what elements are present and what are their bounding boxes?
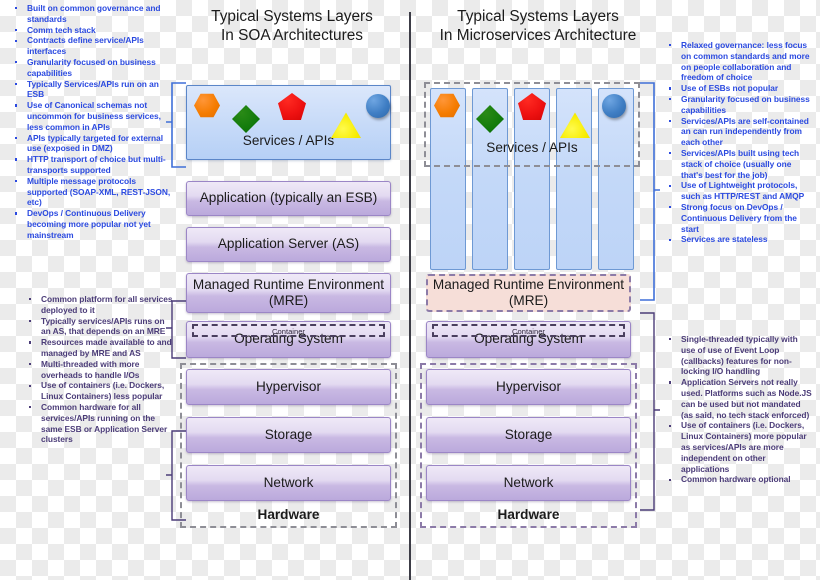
ms-layer-network-label: Network [503,474,554,490]
note-bullet: HTTP transport of choice but multi-trans… [10,154,174,176]
blue-circle-icon-soa [366,94,390,118]
bracket-soa-hardware [166,430,188,522]
ms-layer-storage-label: Storage [504,426,553,442]
note-bullet: Services are stateless [664,234,814,245]
note-bullet: Resources made available to and managed … [24,337,176,359]
note-bullet: Single-threaded typically with use of us… [664,334,814,377]
soa-layer-network[interactable]: Network [186,465,391,501]
notes-soa-platform: Common platform for all services deploye… [24,294,176,445]
soa-layer-application-label: Application (typically an ESB) [199,190,378,206]
note-bullet: Services/APIs are self-contained an can … [664,116,814,148]
soa-layer-mre[interactable]: Managed Runtime Environment (MRE) [186,273,391,313]
notes-ms-services: Relaxed governance: less focus on common… [664,40,814,245]
note-bullet: Services/APIs built using tech stack of … [664,148,814,180]
note-bullet: Typically Services/APIs run on an ESB [10,79,174,101]
soa-container-label: Container [272,327,305,336]
note-bullet: Relaxed governance: less focus on common… [664,40,814,83]
note-bullet: DevOps / Continuous Delivery becoming mo… [10,208,174,240]
soa-layer-storage[interactable]: Storage [186,417,391,453]
soa-layer-application[interactable]: Application (typically an ESB) [186,181,391,216]
soa-layer-application-server[interactable]: Application Server (AS) [186,227,391,262]
soa-layer-network-label: Network [263,474,314,490]
bracket-soa-platform [166,300,188,360]
note-bullet: Use of Lightweight protocols, such as HT… [664,180,814,202]
note-bullet: Strong focus on DevOps / Continuous Deli… [664,202,814,234]
blue-circle-icon-ms [602,94,626,118]
bracket-ms-platform [638,312,660,512]
note-bullet: Common hardware optional [664,474,814,485]
notes-ms-platform: Single-threaded typically with use of us… [664,334,814,485]
soa-layer-storage-label: Storage [264,426,313,442]
bracket-ms-services [638,82,660,302]
note-bullet: Use of ESBs not popular [664,83,814,94]
ms-layer-mre-label: Managed Runtime Environment (MRE) [432,276,625,309]
bracket-soa-services [166,82,188,168]
note-bullet: Use of containers (i.e. Dockers, Linux C… [24,380,176,402]
right-panel-title: Typical Systems Layers In Microservices … [418,7,658,45]
note-bullet: Common hardware for all services/APIs ru… [24,402,176,445]
ms-container-label: Container [512,327,545,336]
note-bullet: Granularity focused on business capabili… [10,57,174,79]
note-bullet: APIs typically targeted for external use… [10,133,174,155]
ms-layer-network[interactable]: Network [426,465,631,501]
note-bullet: Multi-threaded with more overheads to ha… [24,359,176,381]
soa-services-apis-label: Services / APIs [242,132,335,148]
note-bullet: Use of containers (i.e. Dockers, Linux C… [664,420,814,474]
soa-layer-hypervisor-label: Hypervisor [256,378,321,394]
note-bullet: Built on common governance and standards [10,3,174,25]
right-title-line-2: In Microservices Architecture [439,27,637,44]
notes-soa-services: Built on common governance and standards… [10,3,174,241]
left-title-line-2: In SOA Architectures [220,27,363,44]
panel-divider [409,12,411,580]
ms-layer-hypervisor-label: Hypervisor [496,378,561,394]
soa-layer-hypervisor[interactable]: Hypervisor [186,369,391,405]
ms-container-box[interactable]: Container [432,324,625,337]
ms-layer-mre[interactable]: Managed Runtime Environment (MRE) [426,274,631,312]
soa-hardware-label: Hardware [257,507,320,522]
note-bullet: Application Servers not really used. Pla… [664,377,814,420]
left-title-line-1: Typical Systems Layers [211,8,373,25]
microservices-services-apis-label: Services / APIs [486,140,578,155]
note-bullet: Contracts define service/APIs interfaces [10,35,174,57]
note-bullet: Granularity focused on business capabili… [664,94,814,116]
soa-container-box[interactable]: Container [192,324,385,337]
note-bullet: Common platform for all services deploye… [24,294,176,316]
note-bullet: Comm tech stack [10,25,174,36]
right-title-line-1: Typical Systems Layers [457,8,619,25]
soa-layer-mre-label: Managed Runtime Environment (MRE) [192,276,385,309]
soa-layer-application-server-label: Application Server (AS) [217,236,360,252]
note-bullet: Typically services/APIs runs on an AS, t… [24,316,176,338]
left-panel-title: Typical Systems Layers In SOA Architectu… [180,7,404,45]
note-bullet: Multiple message protocols supported (SO… [10,176,174,208]
ms-layer-storage[interactable]: Storage [426,417,631,453]
ms-layer-hypervisor[interactable]: Hypervisor [426,369,631,405]
ms-hardware-label: Hardware [497,507,560,522]
note-bullet: Use of Canonical schemas not uncommon fo… [10,100,174,132]
